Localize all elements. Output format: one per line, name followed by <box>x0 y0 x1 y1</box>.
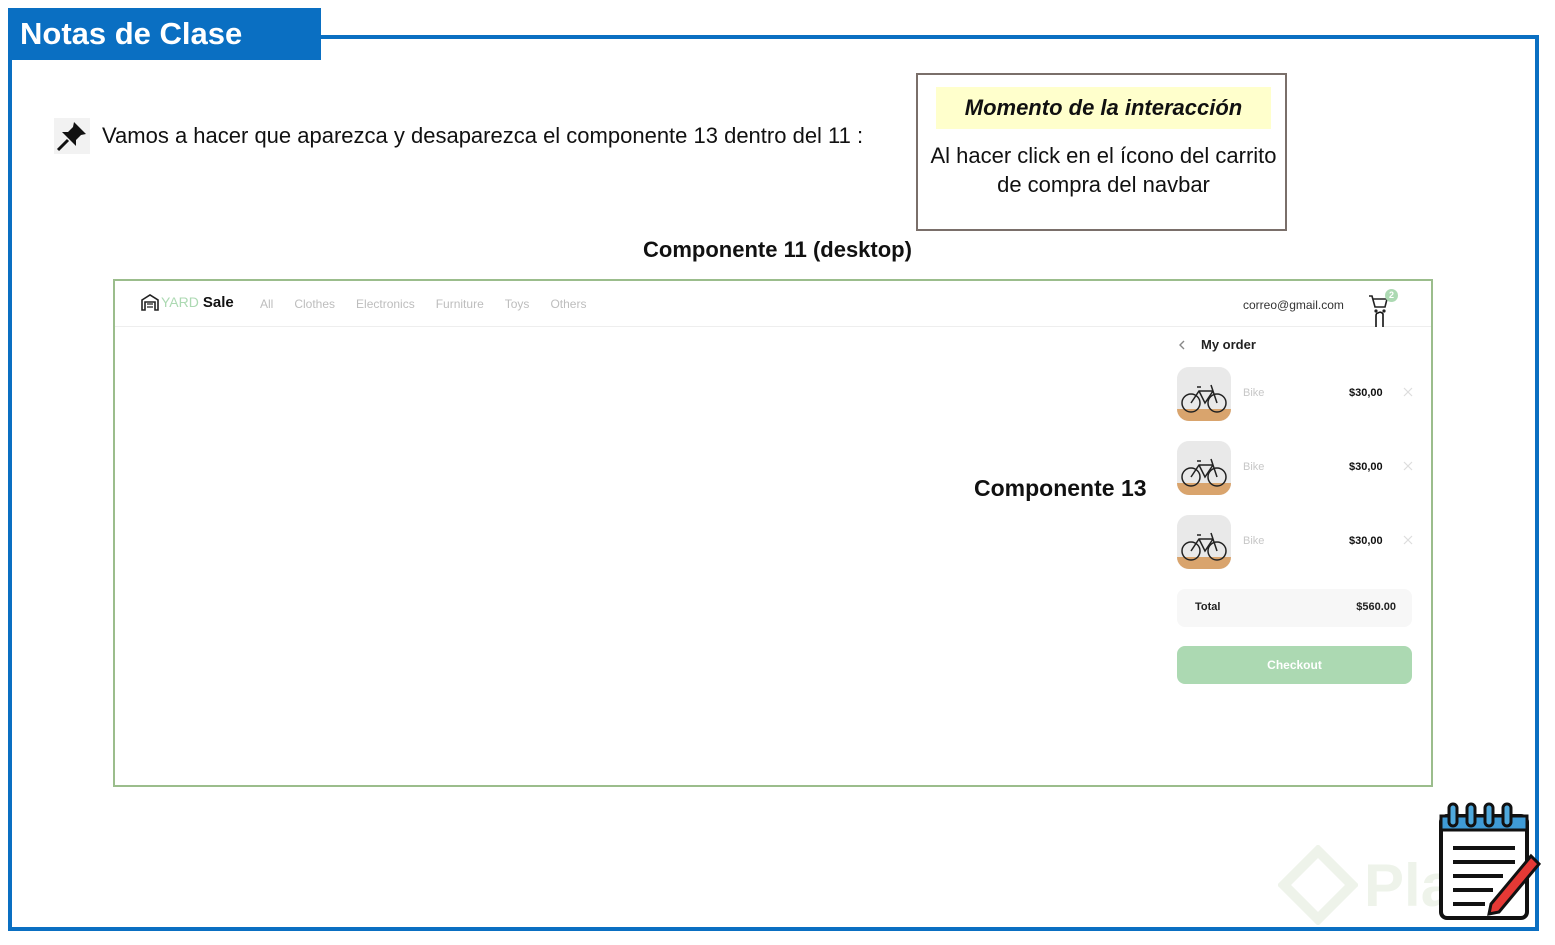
item-name: Bike <box>1243 461 1265 473</box>
item-price: $30,00 <box>1349 387 1383 399</box>
order-header: My order <box>1177 337 1256 352</box>
menu-item-all[interactable]: All <box>260 297 273 311</box>
order-item: Bike $30,00 <box>1177 515 1417 569</box>
menu-item-electronics[interactable]: Electronics <box>356 297 415 311</box>
pushpin-icon <box>54 118 90 154</box>
component-11-title: Componente 11 (desktop) <box>643 237 912 262</box>
total-value: $560.00 <box>1356 601 1396 613</box>
menu-item-toys[interactable]: Toys <box>505 297 530 311</box>
item-name: Bike <box>1243 535 1265 547</box>
total-label: Total <box>1195 601 1221 613</box>
menu-item-others[interactable]: Others <box>550 297 586 311</box>
close-icon[interactable] <box>1403 535 1413 545</box>
bike-image <box>1177 367 1231 421</box>
item-price: $30,00 <box>1349 461 1383 473</box>
bike-image <box>1177 515 1231 569</box>
item-name: Bike <box>1243 387 1265 399</box>
mock-logo[interactable]: YARD Sale <box>141 293 234 311</box>
logo-yard-text: YARD <box>161 294 199 310</box>
logo-sale-text: Sale <box>202 293 234 311</box>
mock-menu: All Clothes Electronics Furniture Toys O… <box>260 297 586 311</box>
chevron-left-icon[interactable] <box>1177 340 1187 350</box>
close-icon[interactable] <box>1403 461 1413 471</box>
order-item: Bike $30,00 <box>1177 367 1417 421</box>
order-title: My order <box>1201 337 1256 352</box>
item-price: $30,00 <box>1349 535 1383 547</box>
bike-icon <box>1177 441 1231 495</box>
platzi-logo-icon <box>1278 845 1358 925</box>
note-text: Vamos a hacer que aparezca y desaparezca… <box>102 123 864 148</box>
bike-icon <box>1177 515 1231 569</box>
cart-count-badge: 2 <box>1385 289 1398 302</box>
notebook-pencil-icon <box>1439 802 1542 920</box>
checkout-button[interactable]: Checkout <box>1177 646 1412 684</box>
order-total: Total $560.00 <box>1177 589 1412 627</box>
component-11-mockup: YARD Sale All Clothes Electronics Furnit… <box>113 279 1433 787</box>
note-row: Vamos a hacer que aparezca y desaparezca… <box>54 118 863 154</box>
mock-navbar: YARD Sale All Clothes Electronics Furnit… <box>115 281 1431 327</box>
interaction-title: Momento de la interacción <box>936 87 1271 129</box>
menu-item-furniture[interactable]: Furniture <box>436 297 484 311</box>
component-13-label: Componente 13 <box>974 475 1147 501</box>
bike-image <box>1177 441 1231 495</box>
order-item: Bike $30,00 <box>1177 441 1417 495</box>
interaction-box: Momento de la interacción Al hacer click… <box>916 73 1287 231</box>
order-panel: My order Bike $30,00 Bike $30,00 Bike $3… <box>1157 327 1427 747</box>
close-icon[interactable] <box>1403 387 1413 397</box>
garage-icon <box>141 294 159 311</box>
user-email[interactable]: correo@gmail.com <box>1243 298 1344 312</box>
menu-item-clothes[interactable]: Clothes <box>294 297 335 311</box>
interaction-description: Al hacer click en el ícono del carrito d… <box>930 143 1277 197</box>
bike-icon <box>1177 367 1231 421</box>
page-title: Notas de Clase <box>8 8 321 60</box>
